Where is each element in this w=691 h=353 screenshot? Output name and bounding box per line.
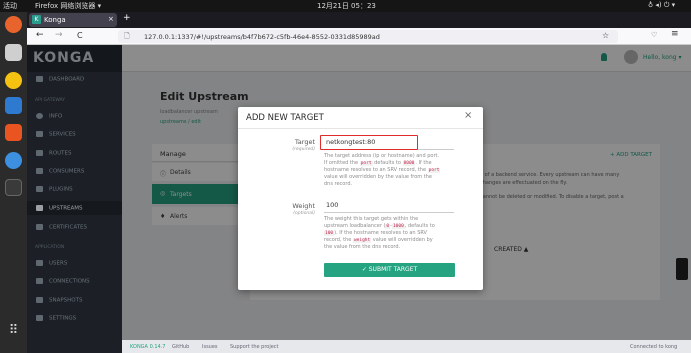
footer-connected: Connected to kong [630,344,678,350]
rhythmbox-icon[interactable] [5,72,22,89]
footer-support[interactable]: Support the project [230,344,279,350]
konga-favicon-icon: K [32,15,41,24]
url-text[interactable]: 127.0.0.1:1337/#!/upstreams/b4f7b672-c5f… [144,33,380,41]
browser-menu-icon[interactable]: ≡ [671,29,679,39]
clock[interactable]: 12月21日 05：23 [317,1,376,11]
footer-issues[interactable]: Issues [202,344,218,350]
footer: KONGA 0.14.7 GitHub Issues Support the p… [122,340,691,353]
tab-title: Konga [44,16,66,24]
pocket-icon[interactable]: ♡ [651,31,657,39]
target-label: Target [294,138,315,146]
modal-backdrop-sidebar [27,72,122,353]
new-tab-button[interactable]: + [123,13,131,23]
target-required-note: (required) [292,147,315,152]
activities-button[interactable]: 活动 [3,1,17,11]
footer-version[interactable]: KONGA 0.14.7 [130,344,165,350]
weight-input[interactable]: 100 [324,199,454,213]
tab-konga[interactable]: K Konga × [29,13,117,27]
app-menu[interactable]: Firefox 网络浏览器 ▾ [35,1,101,11]
close-icon[interactable]: × [464,110,472,121]
bookmark-star-icon[interactable]: ☆ [602,31,609,40]
back-button[interactable]: ← [36,30,44,40]
weight-optional-note: (optional) [293,211,315,216]
page-info-icon[interactable]: 🗋 [124,32,130,43]
weight-label: Weight [292,202,315,210]
modal-title: ADD NEW TARGET [246,113,324,123]
reload-button[interactable]: C [77,31,83,40]
submit-target-button[interactable]: ✓ SUBMIT TARGET [324,263,455,277]
terminal-icon[interactable] [5,179,22,196]
modal-backdrop-header [27,45,691,72]
url-bar[interactable]: 🗋 127.0.0.1:1337/#!/upstreams/b4f7b672-c… [118,30,618,43]
dock: ⠿ [0,12,27,353]
software-icon[interactable] [5,124,22,141]
system-tray[interactable]: ♁ ◂) ⏻ ▾ [648,1,675,10]
writer-icon[interactable] [5,97,22,114]
os-top-bar: 活动 Firefox 网络浏览器 ▾ 12月21日 05：23 ♁ ◂) ⏻ ▾ [0,0,691,12]
highlight-box [320,135,418,150]
target-help: The target address (ip or hostname) and … [324,153,441,187]
footer-github[interactable]: GitHub [172,344,189,350]
help-icon[interactable] [5,152,22,169]
tab-close-icon[interactable]: × [108,15,114,23]
weight-help: The weight this target gets within the u… [324,216,435,250]
forward-button[interactable]: → [55,30,63,40]
files-icon[interactable] [5,44,22,61]
modal-divider [238,128,483,129]
firefox-icon[interactable] [5,16,22,33]
app-grid-icon[interactable]: ⠿ [5,322,22,339]
